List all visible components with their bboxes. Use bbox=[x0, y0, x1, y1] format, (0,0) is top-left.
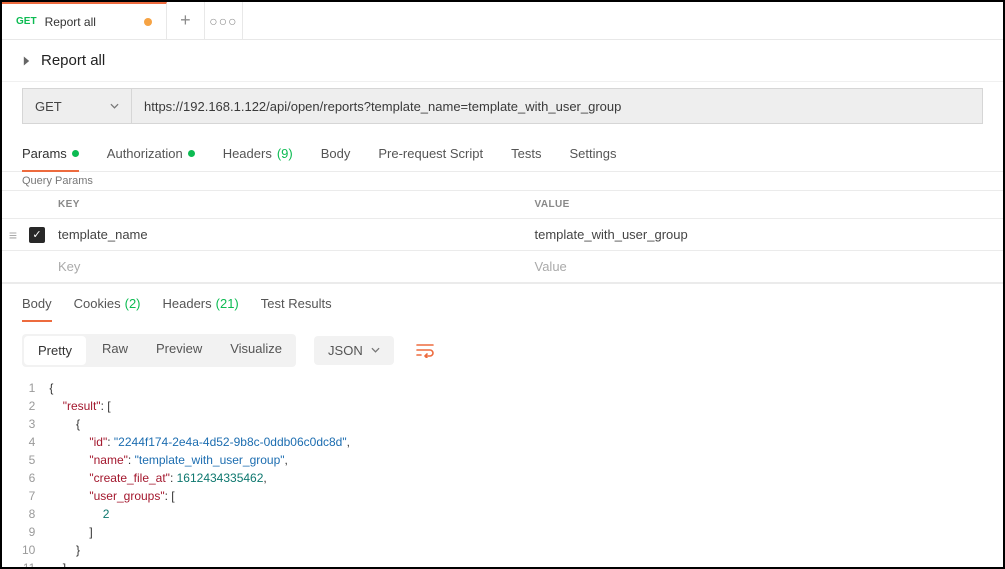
config-tabs: Params Authorization Headers(9) Body Pre… bbox=[2, 138, 1003, 172]
tab-body[interactable]: Body bbox=[321, 138, 351, 171]
method-select[interactable]: GET bbox=[22, 88, 132, 124]
new-tab-button[interactable]: + bbox=[167, 2, 205, 40]
method-select-value: GET bbox=[35, 99, 62, 114]
response-tab-cookies[interactable]: Cookies(2) bbox=[74, 292, 141, 321]
tab-params[interactable]: Params bbox=[22, 138, 79, 171]
tab-menu-button[interactable]: ○○○ bbox=[205, 2, 243, 40]
response-tab-headers[interactable]: Headers(21) bbox=[163, 292, 239, 321]
col-key-header: KEY bbox=[50, 199, 527, 210]
tab-title: Report all bbox=[45, 15, 96, 29]
tab-bar: GET Report all + ○○○ bbox=[2, 2, 1003, 40]
chevron-down-icon bbox=[371, 347, 380, 353]
response-tabs: Body Cookies(2) Headers(21) Test Results bbox=[2, 283, 1003, 321]
col-value-header: VALUE bbox=[527, 199, 1004, 210]
drag-handle-icon[interactable]: ≡ bbox=[2, 227, 24, 243]
view-pretty-button[interactable]: Pretty bbox=[24, 336, 86, 365]
view-visualize-button[interactable]: Visualize bbox=[216, 334, 296, 367]
wrap-lines-button[interactable] bbox=[408, 333, 442, 367]
request-title-row: Report all bbox=[2, 40, 1003, 82]
active-dot-icon bbox=[72, 150, 79, 157]
tab-method-badge: GET bbox=[16, 16, 37, 27]
table-row[interactable]: Key Value bbox=[2, 251, 1003, 283]
chevron-right-icon bbox=[22, 55, 31, 67]
wrap-icon bbox=[415, 342, 435, 358]
param-value-placeholder[interactable]: Value bbox=[527, 259, 1004, 274]
response-tab-body[interactable]: Body bbox=[22, 292, 52, 321]
unsaved-dot-icon bbox=[144, 18, 152, 26]
param-value-cell[interactable]: template_with_user_group bbox=[527, 227, 1004, 242]
tab-prerequest[interactable]: Pre-request Script bbox=[378, 138, 483, 171]
url-row: GET bbox=[2, 82, 1003, 138]
active-dot-icon bbox=[188, 150, 195, 157]
tab-tests[interactable]: Tests bbox=[511, 138, 541, 171]
request-name: Report all bbox=[41, 52, 105, 69]
query-params-header: Query Params bbox=[2, 172, 1003, 190]
view-raw-button[interactable]: Raw bbox=[88, 334, 142, 367]
table-row[interactable]: ≡ ✓ template_name template_with_user_gro… bbox=[2, 219, 1003, 251]
check-icon: ✓ bbox=[29, 227, 45, 243]
tab-headers[interactable]: Headers(9) bbox=[223, 138, 293, 171]
view-mode-group: Pretty Raw Preview Visualize bbox=[22, 334, 296, 367]
code-body: { "result": [ { "id": "2244f174-2e4a-4d5… bbox=[49, 379, 350, 567]
view-preview-button[interactable]: Preview bbox=[142, 334, 216, 367]
view-toolbar: Pretty Raw Preview Visualize JSON bbox=[2, 321, 1003, 379]
response-body[interactable]: 123456789101112 { "result": [ { "id": "2… bbox=[2, 379, 1003, 567]
format-select[interactable]: JSON bbox=[314, 336, 394, 365]
tab-settings[interactable]: Settings bbox=[569, 138, 616, 171]
params-table: KEY VALUE ≡ ✓ template_name template_wit… bbox=[2, 190, 1003, 283]
request-tab[interactable]: GET Report all bbox=[2, 2, 167, 40]
row-checkbox[interactable]: ✓ bbox=[24, 227, 50, 243]
param-key-placeholder[interactable]: Key bbox=[50, 259, 527, 274]
line-gutter: 123456789101112 bbox=[22, 379, 49, 567]
postman-window: GET Report all + ○○○ Report all GET Para… bbox=[0, 0, 1005, 569]
param-key-cell[interactable]: template_name bbox=[50, 227, 527, 242]
response-tab-tests[interactable]: Test Results bbox=[261, 292, 332, 321]
tab-authorization[interactable]: Authorization bbox=[107, 138, 195, 171]
url-input[interactable] bbox=[132, 88, 983, 124]
chevron-down-icon bbox=[110, 103, 119, 109]
